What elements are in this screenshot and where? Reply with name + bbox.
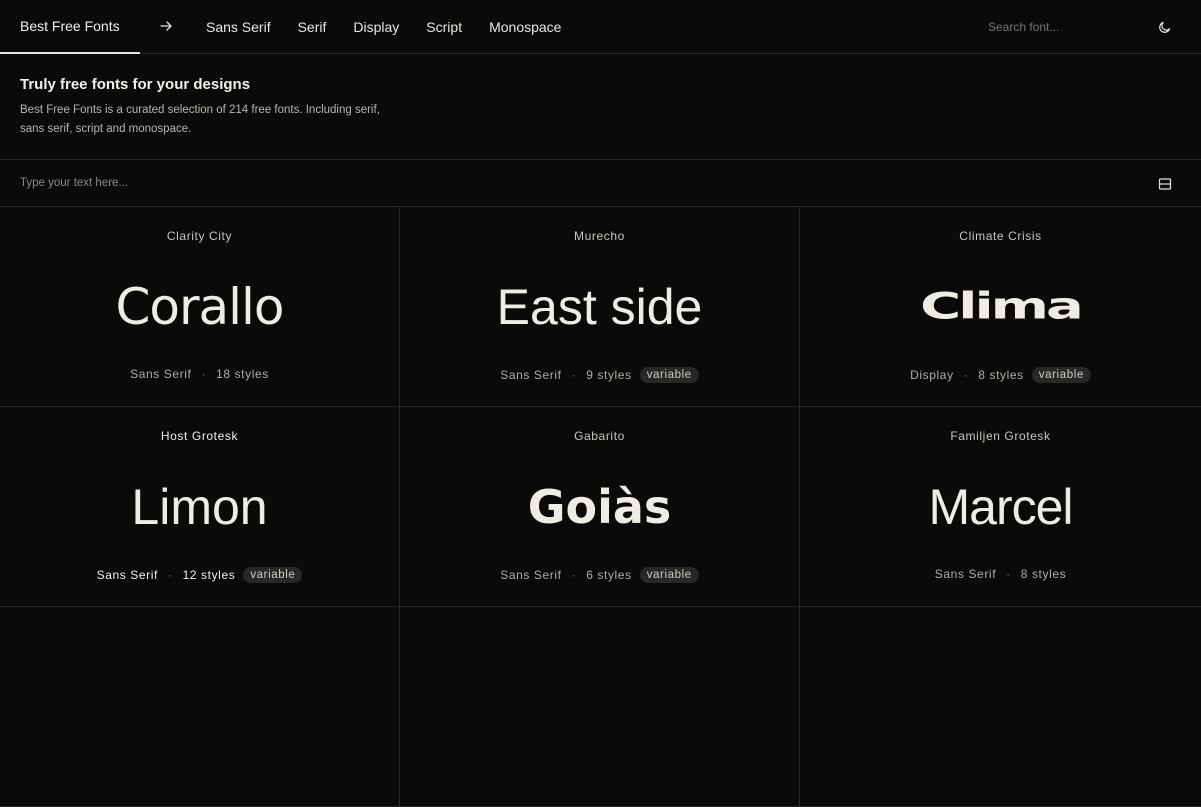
brand-tab[interactable]: Best Free Fonts: [0, 0, 140, 54]
font-styles-count: 12 styles: [182, 568, 236, 582]
font-card[interactable]: [400, 607, 800, 807]
variable-badge: variable: [243, 567, 303, 583]
font-styles-count: 8 styles: [1020, 567, 1067, 581]
font-sample: Limon: [131, 479, 268, 535]
font-category: Sans Serif: [500, 368, 562, 382]
font-styles-count: 8 styles: [978, 368, 1024, 382]
separator-dot: ·: [571, 368, 577, 382]
font-card-clarity-city[interactable]: Clarity City Corallo Sans Serif · 18 sty…: [0, 207, 400, 407]
separator-dot: ·: [201, 367, 207, 381]
variable-badge: variable: [1031, 367, 1091, 383]
font-sample: Marcel: [928, 479, 1073, 535]
nav-sans-serif[interactable]: Sans Serif: [206, 19, 271, 35]
nav-script[interactable]: Script: [426, 19, 462, 35]
top-bar: Best Free Fonts Sans Serif Serif Display…: [0, 0, 1201, 54]
arrow-right-icon[interactable]: [158, 18, 174, 34]
page-description: Best Free Fonts is a curated selection o…: [20, 104, 380, 135]
font-name: Clarity City: [166, 229, 233, 243]
font-card[interactable]: [800, 607, 1201, 807]
nav-serif[interactable]: Serif: [298, 19, 327, 35]
category-nav: Sans Serif Serif Display Script Monospac…: [206, 0, 588, 54]
font-meta: Sans Serif · 12 styles variable: [0, 567, 399, 583]
font-name: Familjen Grotesk: [950, 429, 1051, 443]
font-name: Murecho: [574, 229, 625, 243]
font-meta: Sans Serif · 6 styles variable: [400, 567, 799, 583]
font-card-familjen-grotesk[interactable]: Familjen Grotesk Marcel Sans Serif · 8 s…: [800, 407, 1201, 607]
font-category: Sans Serif: [934, 567, 997, 581]
font-name: Host Grotesk: [160, 429, 239, 443]
variable-badge: variable: [639, 367, 699, 383]
font-card-gabarito[interactable]: Gabarito Goiàs Sans Serif · 6 styles var…: [400, 407, 800, 607]
divider: [0, 159, 1201, 160]
font-card[interactable]: [0, 607, 400, 807]
variable-badge: variable: [639, 567, 699, 583]
moon-icon[interactable]: [1157, 19, 1173, 35]
font-styles-count: 9 styles: [586, 368, 632, 382]
separator-dot: ·: [1006, 567, 1011, 581]
separator-dot: ·: [167, 568, 173, 582]
search-input[interactable]: [988, 18, 1128, 36]
layout-toggle-icon[interactable]: [1158, 177, 1172, 191]
font-sample: Goiàs: [527, 480, 672, 534]
font-card-murecho[interactable]: Murecho East side Sans Serif · 9 styles …: [400, 207, 800, 407]
separator-dot: ·: [571, 568, 577, 582]
font-card-host-grotesk[interactable]: Host Grotesk Limon Sans Serif · 12 style…: [0, 407, 400, 607]
font-category: Sans Serif: [96, 568, 158, 582]
font-meta: Sans Serif · 8 styles: [800, 567, 1201, 581]
page-title: Truly free fonts for your designs: [20, 76, 251, 93]
separator-dot: ·: [963, 368, 969, 382]
font-card-climate-crisis[interactable]: Climate Crisis Clima Display · 8 styles …: [800, 207, 1201, 407]
font-name: Climate Crisis: [959, 229, 1042, 243]
font-name: Gabarito: [574, 429, 625, 443]
font-sample: Corallo: [115, 278, 284, 336]
nav-monospace[interactable]: Monospace: [489, 19, 561, 35]
font-sample: East side: [496, 279, 703, 335]
font-styles-count: 6 styles: [586, 568, 632, 582]
font-category: Display: [910, 368, 954, 382]
nav-display[interactable]: Display: [353, 19, 399, 35]
intro-section: Truly free fonts for your designs Best F…: [20, 76, 400, 139]
preview-text-input[interactable]: [20, 174, 920, 192]
font-grid: Clarity City Corallo Sans Serif · 18 sty…: [0, 207, 1201, 807]
font-styles-count: 18 styles: [216, 367, 269, 381]
font-sample: Clima: [920, 285, 1084, 328]
font-category: Sans Serif: [130, 367, 192, 381]
font-meta: Sans Serif · 18 styles: [0, 367, 399, 381]
font-meta: Sans Serif · 9 styles variable: [400, 367, 799, 383]
font-category: Sans Serif: [500, 568, 562, 582]
font-meta: Display · 8 styles variable: [800, 367, 1201, 383]
